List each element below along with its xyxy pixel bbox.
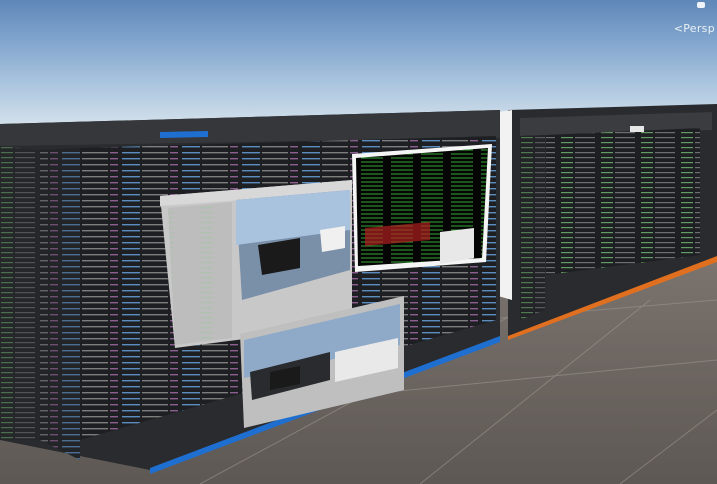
dialog-box[interactable] xyxy=(440,228,474,264)
tab-highlight[interactable] xyxy=(630,126,644,132)
terminal-window[interactable] xyxy=(352,144,492,272)
active-tab[interactable] xyxy=(160,131,208,138)
panel-divider xyxy=(498,110,512,300)
perspective-label[interactable]: <Persp xyxy=(674,22,715,35)
scene-gizmo-icon[interactable] xyxy=(697,2,705,8)
scene-view-canvas[interactable] xyxy=(0,0,717,484)
window-panel-right[interactable] xyxy=(508,104,717,340)
